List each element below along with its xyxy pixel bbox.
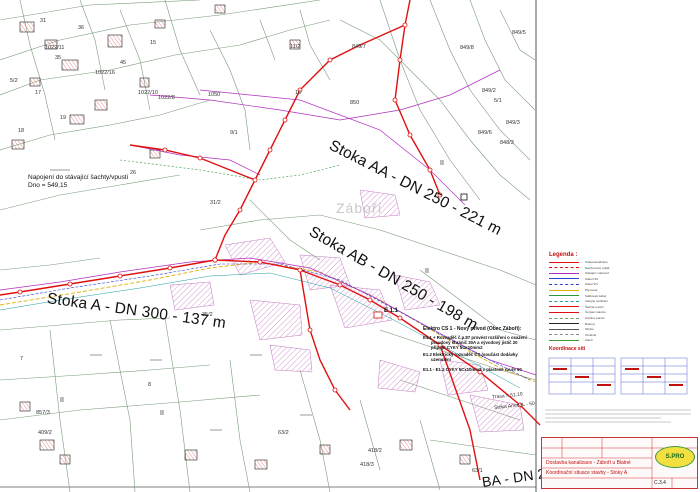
legend-row-label: Plynovod xyxy=(585,288,598,292)
legend-swatch xyxy=(549,278,579,280)
legend-row-label: Hranice parcel xyxy=(585,316,605,320)
connection-note-line-1: Napojení do stávající šachty/vpusti xyxy=(28,174,129,181)
legend-swatch xyxy=(549,306,579,308)
legend-row-label: Budovy xyxy=(585,321,596,326)
legend-row-label: Stávající vodovod xyxy=(585,271,609,276)
legend-swatch xyxy=(549,261,579,263)
legend-swatch xyxy=(549,328,579,330)
parcel-number: 850 xyxy=(350,100,360,106)
parcel-number: 11/2 xyxy=(290,44,301,50)
sewer-AA xyxy=(394,0,441,196)
connection-note-line-2: Dno = 549,15 xyxy=(28,182,68,189)
legend-swatch xyxy=(549,334,579,336)
water-line xyxy=(129,69,501,206)
legend-row-label: Chodník xyxy=(585,332,597,337)
legend-row-label: Zeleň xyxy=(585,338,593,343)
parcel-number: 35 xyxy=(55,55,62,61)
parcel-number: 45 xyxy=(120,60,127,66)
legend-row-label: Stoka kanalizace xyxy=(585,260,608,264)
title-block-row-2: Koordinační situace stavby - Stoky A xyxy=(546,470,628,476)
parcel-number: 8 xyxy=(148,382,152,388)
company-logo: S.PRO xyxy=(655,446,695,468)
parcel-number: 849/2 xyxy=(482,88,496,94)
title-block-row-1: Dostavba kanalizace - Záboří u Blatné xyxy=(546,460,631,466)
pump-station xyxy=(373,311,383,319)
parcel-number: 857/3 xyxy=(36,410,50,416)
village-name: Záboří xyxy=(336,200,383,216)
legend-swatch xyxy=(549,339,579,341)
legend-row-label: Navrhovaný výtlak xyxy=(585,265,610,270)
electro-notes: Elektro ČS 1 - Nový přívod (Obec Záboří)… xyxy=(423,326,538,372)
parcel-number: 16 xyxy=(295,90,302,96)
parcel-number: 31 xyxy=(40,18,47,24)
node-label: E 1.1 xyxy=(384,308,399,314)
legend-subtitle: Koordinace sítí xyxy=(549,346,586,352)
parcel-number: 849/7 xyxy=(352,44,366,50)
parcel-number: II xyxy=(160,410,164,417)
legend-row-label: Veřejné osvětlení xyxy=(585,299,609,304)
parcel-number: 1022/10 xyxy=(138,90,158,96)
legend-row-label: Šachta revizní xyxy=(585,304,605,309)
electro-note-line: přípojit CYKY 5Cx10mm2 xyxy=(431,345,483,350)
electro-note-line: Elektro ČS 1 - Nový přívod (Obec Záboří)… xyxy=(423,326,522,332)
electro-note-line: uzemnění xyxy=(431,357,451,362)
parcel-number: 5/1 xyxy=(494,98,502,104)
parcel-number: 1022/11 xyxy=(45,45,65,51)
parcel-number: 17 xyxy=(35,90,42,96)
parcel-number: 36 xyxy=(78,25,85,31)
legend-swatch xyxy=(549,283,579,285)
electro-note-line: E1.1 - E1.2 CYKY 5Cx10mm2 v plastové rou… xyxy=(423,367,522,372)
parcel-number: 18 xyxy=(18,128,25,134)
legend-swatch xyxy=(549,272,579,274)
parcel-number: 19 xyxy=(60,115,67,121)
legend-swatch xyxy=(549,323,579,325)
parcel-number: 5/2 xyxy=(10,78,18,84)
parcel-number: 26 xyxy=(130,170,137,176)
legend-swatch xyxy=(549,311,579,313)
parcel-number: 418/2 xyxy=(368,448,382,454)
legend-row-label: Čerpací stanice xyxy=(585,310,606,315)
drawing-number: C.3.4 xyxy=(654,480,666,486)
parcel-number: 849/8 xyxy=(460,45,474,51)
legend-title: Legenda : xyxy=(549,252,578,258)
parcel-number: 409/2 xyxy=(38,430,52,436)
parcel-number: 849/5 xyxy=(512,30,526,36)
legend-row-label: Kabel VN xyxy=(585,282,598,287)
parcel-number: 1050 xyxy=(208,92,221,98)
parcel-number: 63/2 xyxy=(278,430,289,436)
legend-swatch xyxy=(549,289,579,291)
parcel-number: 31/2 xyxy=(210,200,221,206)
company-logo-text: S.PRO xyxy=(665,454,685,460)
parcel-number: 15 xyxy=(150,40,157,46)
parcel-number: 849/6 xyxy=(478,130,492,136)
title-block: Dostavba kanalizace - Záboří u Blatné Ko… xyxy=(541,437,698,489)
legend-row-label: Kabel NN xyxy=(585,276,598,281)
coordination-tables xyxy=(545,357,691,423)
parcel-number: 1022/8 xyxy=(158,95,175,101)
parcel-number: 7 xyxy=(20,356,24,362)
parcel-number: 848/3 xyxy=(500,140,514,146)
legend-swatch xyxy=(549,300,579,302)
parcel-number: II xyxy=(440,160,444,167)
parcel-number: 849/3 xyxy=(506,120,520,126)
parcel-number: II xyxy=(425,268,429,275)
parcel-number: 9/1 xyxy=(230,130,238,136)
legend-swatch xyxy=(549,267,579,269)
parcel-number: II xyxy=(60,397,64,404)
legend-row-label: Silnice xyxy=(585,327,594,332)
map-sheet: 11/2 849/7 1022/11 1022/16 1022/10 1022/8 1050… xyxy=(0,0,700,492)
legend-swatch xyxy=(549,295,579,297)
parcel-number: 1022/16 xyxy=(95,70,115,76)
legend-row-label: Sdělovací kabel xyxy=(585,293,607,298)
parcel-number: 418/3 xyxy=(360,462,374,468)
legend-swatch xyxy=(549,317,579,319)
